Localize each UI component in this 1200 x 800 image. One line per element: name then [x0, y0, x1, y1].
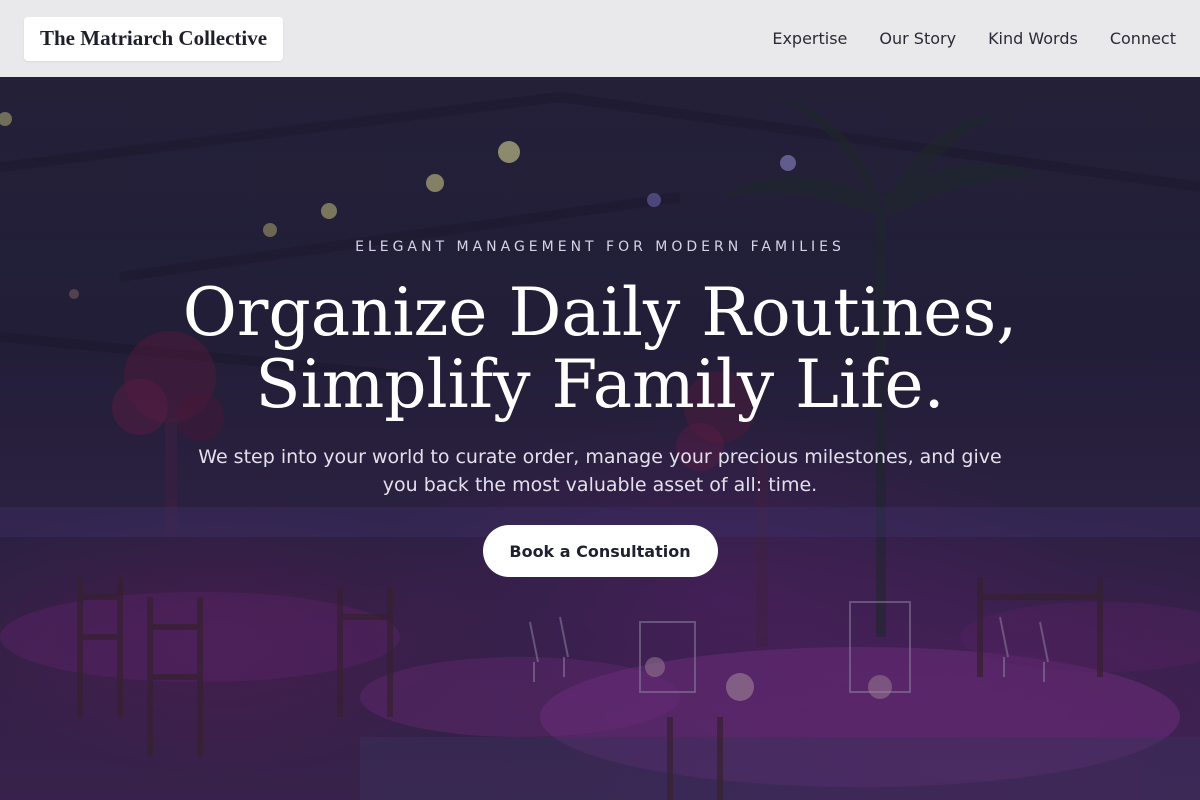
nav-link-kind-words[interactable]: Kind Words: [988, 29, 1078, 48]
hero-headline: Organize Daily Routines, Simplify Family…: [100, 277, 1100, 421]
nav-link-expertise[interactable]: Expertise: [772, 29, 847, 48]
nav-link-connect[interactable]: Connect: [1110, 29, 1176, 48]
hero-headline-line-1: Organize Daily Routines,: [182, 274, 1018, 351]
hero-eyebrow: ELEGANT MANAGEMENT FOR MODERN FAMILIES: [355, 239, 845, 255]
book-consultation-button[interactable]: Book a Consultation: [482, 525, 718, 577]
nav-link-our-story[interactable]: Our Story: [879, 29, 956, 48]
hero-subtext: We step into your world to curate order,…: [198, 446, 1002, 496]
hero-content: ELEGANT MANAGEMENT FOR MODERN FAMILIES O…: [0, 77, 1200, 800]
site-header: The Matriarch Collective Expertise Our S…: [0, 0, 1200, 77]
brand-logo[interactable]: The Matriarch Collective: [24, 16, 284, 61]
main-nav: Expertise Our Story Kind Words Connect: [772, 29, 1176, 48]
hero-headline-line-2: Simplify Family Life.: [255, 346, 945, 423]
